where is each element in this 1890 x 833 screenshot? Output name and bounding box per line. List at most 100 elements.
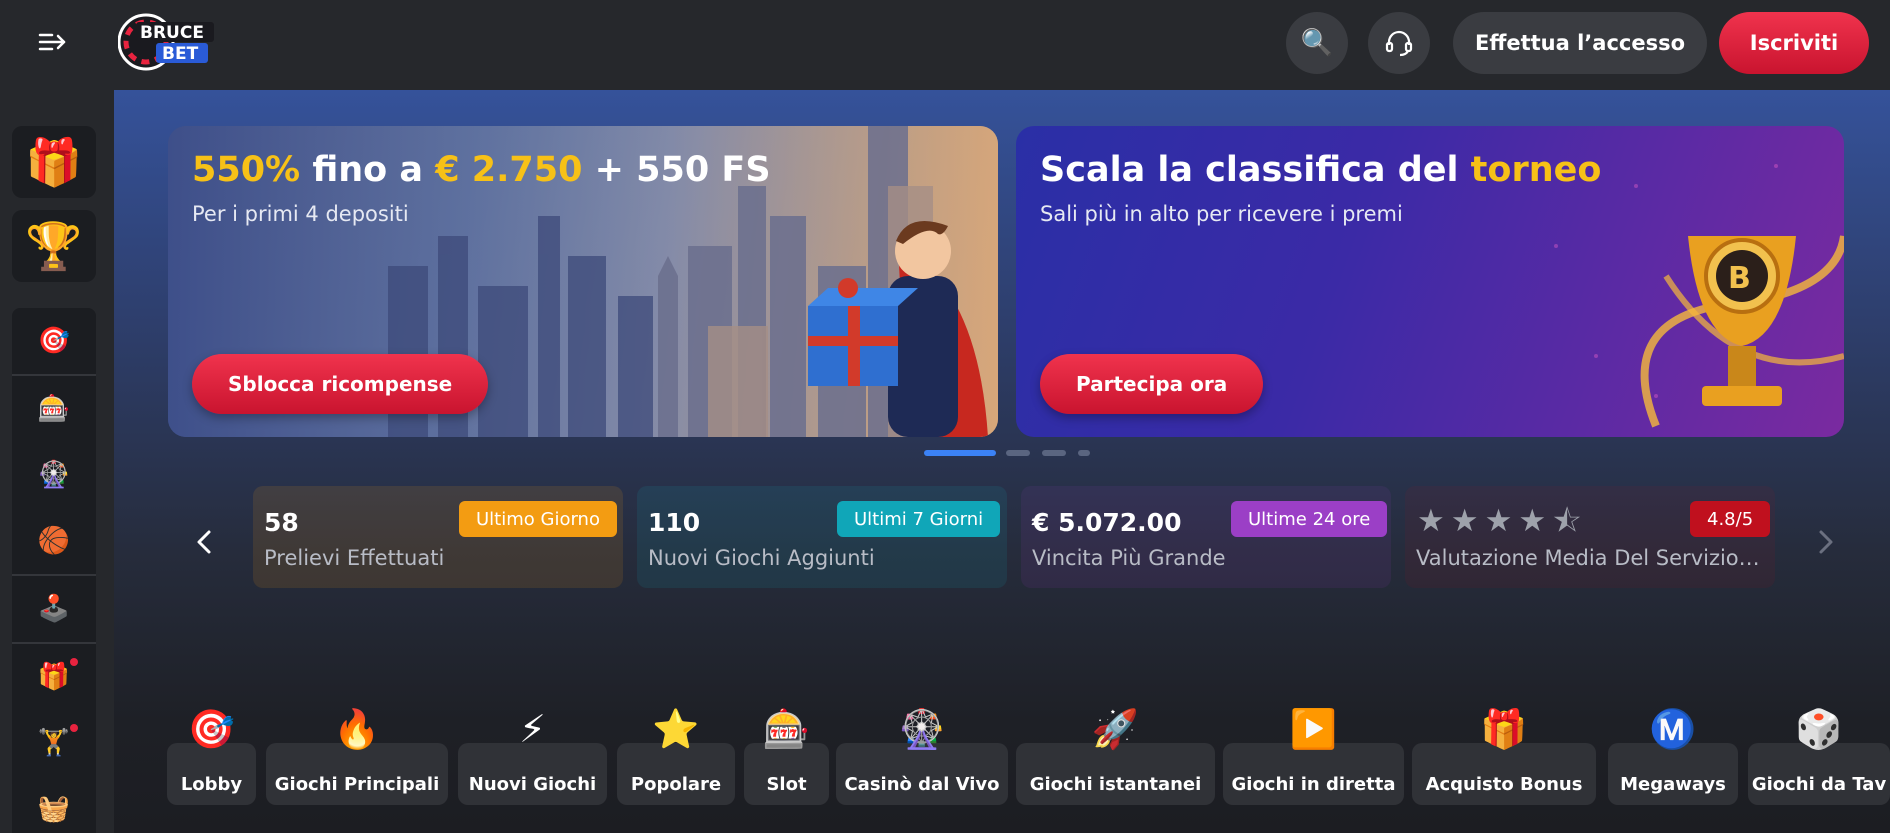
stat-card: ★ ★ ★ ★ ⯪ 4.8/5 Valutazione Media Del Servizio… (1405, 486, 1775, 588)
star-icon: ★ (1450, 503, 1479, 539)
logo-text-bet: BET (162, 44, 199, 64)
carousel-dot[interactable] (1006, 450, 1030, 456)
roulette-icon: 🎡 (898, 707, 946, 751)
star-icon: ⭐ (652, 707, 700, 751)
slot-machine-icon: 🎰 (37, 394, 71, 424)
category-tab-play[interactable]: ▶️ Giochi in diretta (1223, 710, 1404, 805)
category-tab-star[interactable]: ⭐ Popolare (617, 710, 735, 805)
stat-label: Vincita Più Grande (1032, 546, 1226, 570)
category-label: Slot (766, 774, 807, 795)
category-label: Nuovi Giochi (468, 774, 597, 795)
stat-label: Valutazione Media Del Servizio Cli... (1416, 546, 1766, 570)
banner-welcome-subtitle: Per i primi 4 depositi (192, 202, 409, 226)
notification-dot (70, 724, 78, 732)
promo-banner-tournament[interactable]: B Scala la classifica del torneo Sali pi… (1016, 126, 1844, 437)
trophy-icon: 🏆 (25, 218, 83, 273)
sidebar-item-joystick[interactable]: 🕹️ (12, 576, 96, 642)
stats-next-button[interactable] (1808, 517, 1844, 567)
target-icon: 🎯 (37, 326, 71, 356)
login-button[interactable]: Effettua l’accesso (1453, 12, 1707, 74)
category-tab-dice[interactable]: 🎲 Giochi da Tav (1748, 710, 1890, 805)
star-icon: ★ (1484, 503, 1513, 539)
support-button[interactable] (1368, 12, 1430, 74)
category-label: Giochi da Tav (1751, 774, 1887, 795)
gift-icon: 🎁 (25, 134, 83, 189)
search-icon: 🔍 (1300, 28, 1334, 58)
stat-value: 110 (648, 508, 701, 537)
category-label: Acquisto Bonus (1425, 774, 1583, 795)
chevron-right-icon (1819, 530, 1833, 554)
carousel-dot[interactable] (1078, 450, 1090, 456)
svg-text:B: B (1728, 261, 1751, 296)
stat-card: € 5.072.00 Ultime 24 ore Vincita Più Grand… (1021, 486, 1391, 588)
join-now-button[interactable]: Partecipa ora (1040, 354, 1264, 414)
sidebar-item-gift[interactable]: 🎁 (12, 644, 96, 710)
rocket-icon: 🚀 (1091, 707, 1140, 751)
gift-icon: 🎁 (1480, 707, 1528, 751)
banner-tournament-title: Scala la classifica del torneo (1040, 150, 1602, 190)
menu-arrow-icon[interactable] (36, 28, 70, 56)
category-tab-slot-machine[interactable]: 🎰 Slot (744, 710, 829, 805)
category-tab-lightning[interactable]: ⚡ Nuovi Giochi (458, 710, 607, 805)
banner-tournament-subtitle: Sali più in alto per ricevere i premi (1040, 202, 1403, 226)
sidebar-promo-tournament[interactable]: 🏆 (12, 210, 96, 282)
category-label: Megaways (1620, 774, 1726, 795)
sidebar-item-basketball[interactable]: 🏀 (12, 508, 96, 574)
category-label: Giochi istantanei (1029, 774, 1202, 795)
stat-badge: Ultimo Giorno (459, 501, 617, 537)
dice-icon: 🎲 (1795, 707, 1843, 751)
stat-value: € 5.072.00 (1032, 508, 1182, 537)
sidebar-item-basket[interactable]: 🧺 (12, 776, 96, 833)
sidebar-item-slot-machine[interactable]: 🎰 (12, 376, 96, 442)
gift-icon: 🎁 (37, 662, 71, 692)
slot-machine-icon: 🎰 (762, 707, 811, 751)
category-tab-fire[interactable]: 🔥 Giochi Principali (266, 710, 448, 805)
brand-logo[interactable]: BRUCE BET (117, 10, 218, 74)
category-label: Giochi Principali (274, 774, 440, 795)
logo-text-bruce: BRUCE (140, 23, 204, 43)
stat-card: 58 Ultimo Giorno Prelievi Effettuati (253, 486, 623, 588)
fire-icon: 🔥 (333, 707, 381, 751)
lightning-icon: ⚡ (519, 707, 546, 751)
sidebar-nav: 🎯 🎰 🎡 🏀 🕹️ 🎁 🏋️ 🧺 (12, 308, 96, 833)
sidebar-item-bonus[interactable]: 🏋️ (12, 710, 96, 776)
main-content: 550% fino a € 2.750 + 550 FS Per i primi… (114, 90, 1890, 833)
search-button[interactable]: 🔍 (1286, 12, 1348, 74)
register-button[interactable]: Iscriviti (1719, 12, 1869, 74)
stat-label: Prelievi Effettuati (264, 546, 445, 570)
banner-welcome-title: 550% fino a € 2.750 + 550 FS (192, 150, 771, 190)
star-icon: ★ (1518, 503, 1547, 539)
headset-icon (1385, 30, 1413, 57)
category-label: Giochi in diretta (1231, 774, 1396, 795)
unlock-rewards-button[interactable]: Sblocca ricompense (192, 354, 489, 414)
stat-badge: Ultimi 7 Giorni (837, 501, 1001, 537)
promo-banner-welcome[interactable]: 550% fino a € 2.750 + 550 FS Per i primi… (168, 126, 998, 437)
sidebar-item-target[interactable]: 🎯 (12, 308, 96, 374)
carousel-dot[interactable] (1042, 450, 1066, 456)
category-tab-megaways[interactable]: Ⓜ️ Megaways (1608, 710, 1738, 805)
category-tab-gift[interactable]: 🎁 Acquisto Bonus (1412, 710, 1596, 805)
left-sidebar: 🎁 🏆 🎯 🎰 🎡 🏀 🕹️ 🎁 🏋️ 🧺 (0, 90, 114, 833)
joystick-icon: 🕹️ (37, 594, 71, 624)
stats-prev-button[interactable] (186, 517, 222, 567)
category-tab-roulette[interactable]: 🎡 Casinò dal Vivo (836, 710, 1008, 805)
stat-label: Nuovi Giochi Aggiunti (648, 546, 875, 570)
sidebar-item-roulette[interactable]: 🎡 (12, 442, 96, 508)
carousel-dot-active[interactable] (924, 450, 996, 456)
basketball-icon: 🏀 (37, 526, 71, 556)
category-tab-rocket[interactable]: 🚀 Giochi istantanei (1016, 710, 1215, 805)
sidebar-promo-gift[interactable]: 🎁 (12, 126, 96, 198)
megaways-icon: Ⓜ️ (1649, 707, 1697, 751)
basket-icon: 🧺 (37, 794, 71, 824)
bonus-icon: 🏋️ (37, 728, 71, 758)
category-tab-target[interactable]: 🎯 Lobby (167, 710, 256, 805)
stat-badge: Ultime 24 ore (1231, 501, 1388, 537)
category-label: Popolare (630, 774, 722, 795)
top-header: BRUCE BET 🔍 Effettua l’accesso Iscriviti (0, 0, 1890, 90)
category-label: Casinò dal Vivo (844, 774, 1000, 795)
stat-badge: 4.8/5 (1690, 501, 1771, 537)
chevron-left-icon (197, 530, 211, 554)
notification-dot (70, 658, 78, 666)
stat-card: 110 Ultimi 7 Giorni Nuovi Giochi Aggiunti (637, 486, 1007, 588)
star-icon: ★ (1417, 503, 1445, 539)
